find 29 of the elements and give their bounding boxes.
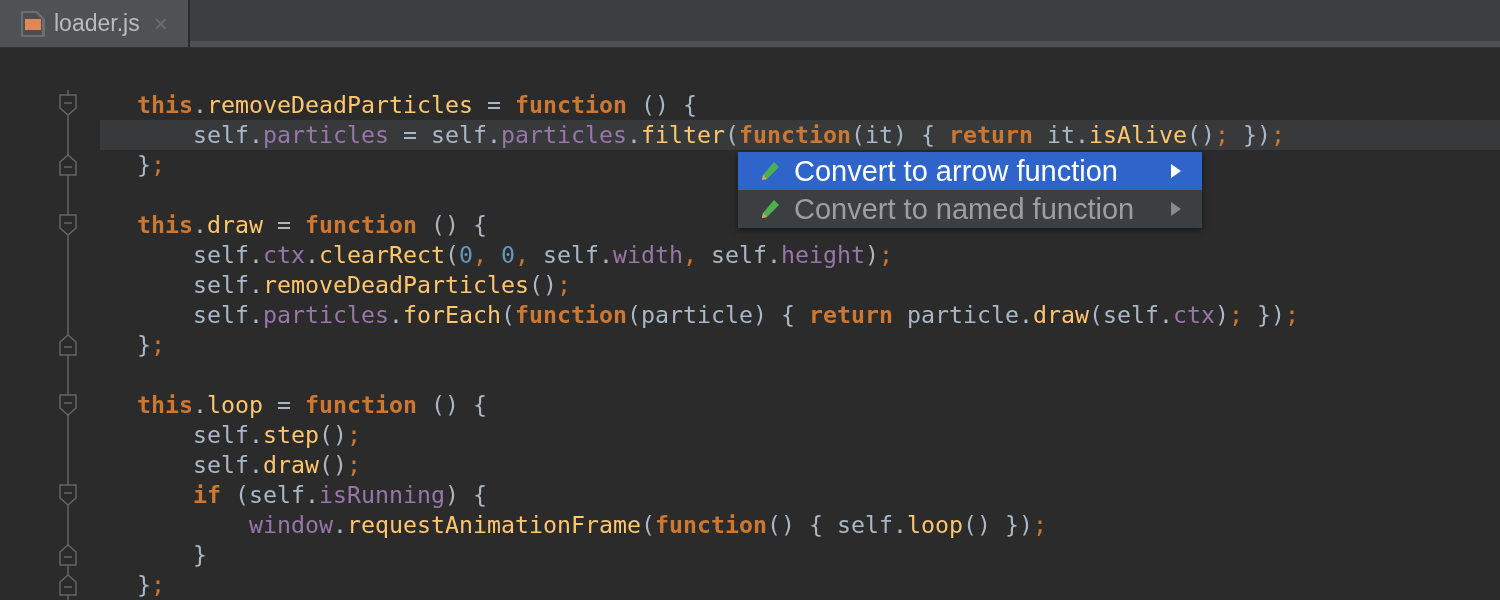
code-line: this.removeDeadParticles = function () { [137, 90, 697, 120]
fold-marker-icon[interactable] [59, 484, 77, 506]
fold-marker-icon[interactable] [59, 214, 77, 236]
fold-marker-icon[interactable] [59, 544, 77, 566]
menu-item[interactable]: Convert to arrow function [738, 152, 1202, 190]
code-line: this.draw = function () { [137, 210, 487, 240]
js-file-icon [20, 9, 46, 38]
code-line: } [192, 540, 207, 570]
fold-marker-icon[interactable] [59, 574, 77, 596]
submenu-arrow-icon [1170, 163, 1182, 179]
code-line: }; [137, 330, 165, 360]
fold-marker-icon[interactable] [59, 334, 77, 356]
code-line: if (self.isRunning) { [192, 480, 487, 510]
code-line: self.step(); [192, 420, 361, 450]
code-line: self.draw(); [192, 450, 361, 480]
code-line: self.particles.forEach(function(particle) { return particle.draw(self.ctx); }); [192, 300, 1299, 330]
fold-marker-icon[interactable] [59, 94, 77, 116]
menu-item[interactable]: Convert to named function [738, 190, 1202, 228]
code-line: self.removeDeadParticles(); [192, 270, 571, 300]
code-line: self.ctx.clearRect(0, 0, self.width, self.height); [192, 240, 893, 270]
submenu-arrow-icon [1170, 201, 1182, 217]
fold-marker-icon[interactable] [59, 154, 77, 176]
code-line: }; [137, 150, 165, 180]
file-tab[interactable]: loader.js × [0, 0, 190, 47]
code-line: this.loop = function () { [137, 390, 487, 420]
code-line: window.requestAnimationFrame(function() { self.loop() }); [247, 510, 1047, 540]
fold-marker-icon[interactable] [59, 394, 77, 416]
code-line: }; [137, 570, 165, 600]
code-line: self.particles = self.particles.filter(function(it) { return it.isAlive(); }); [192, 120, 1285, 150]
